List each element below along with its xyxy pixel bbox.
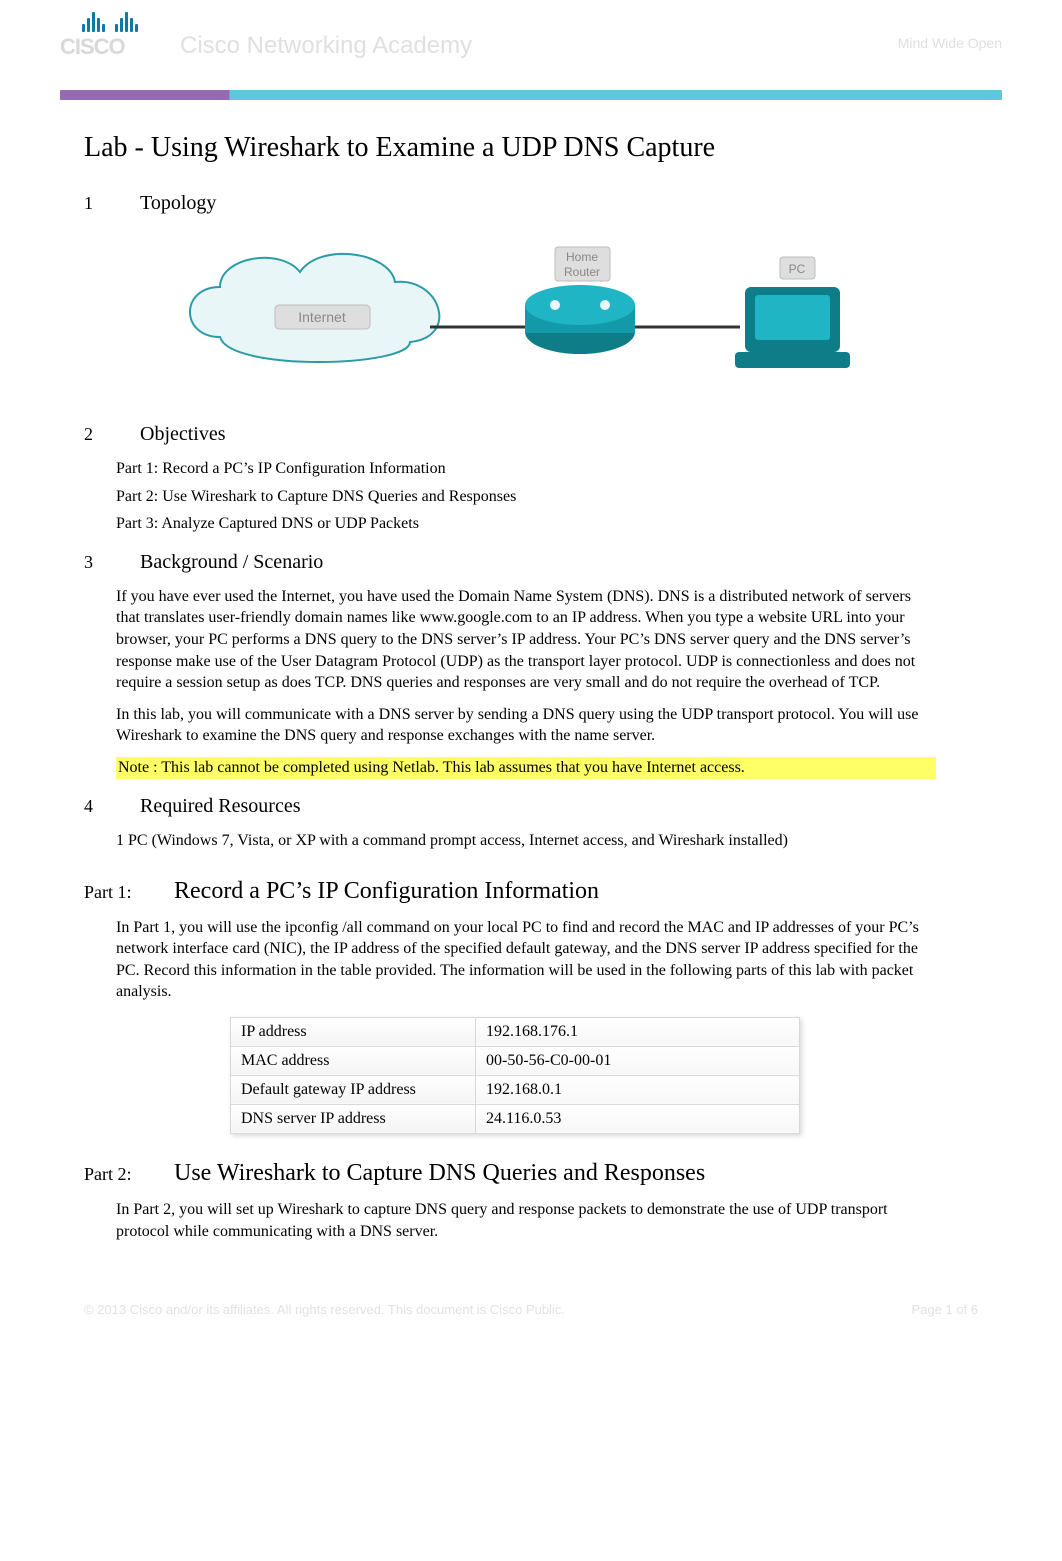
objective-item: Part 1: Record a PC’s IP Configuration I…: [116, 458, 936, 480]
router-label-2: Router: [564, 265, 600, 279]
part-title: Use Wireshark to Capture DNS Queries and…: [174, 1160, 705, 1187]
section-3-heading: 3 Background / Scenario: [84, 551, 1002, 574]
section-2-heading: 2 Objectives: [84, 423, 1002, 446]
pc-icon: PC: [735, 257, 850, 368]
section-1-heading: 1 Topology: [84, 192, 1002, 215]
header-tagline: Mind Wide Open: [898, 35, 1002, 51]
resource-item: 1 PC (Windows 7, Vista, or XP with a com…: [116, 830, 936, 852]
ip-address-value: 192.168.176.1: [476, 1017, 800, 1046]
header-divider: [60, 90, 1002, 100]
part-title: Record a PC’s IP Configuration Informati…: [174, 878, 599, 905]
part-label: Part 2:: [84, 1164, 174, 1185]
gateway-label: Default gateway IP address: [231, 1075, 476, 1104]
part1-intro: In Part 1, you will use the ipconfig /al…: [116, 917, 936, 1003]
section-title: Background / Scenario: [140, 551, 323, 574]
cisco-logo: CISCO: [60, 10, 160, 65]
objective-item: Part 2: Use Wireshark to Capture DNS Que…: [116, 486, 936, 508]
table-row: Default gateway IP address 192.168.0.1: [231, 1075, 800, 1104]
ip-config-table: IP address 192.168.176.1 MAC address 00-…: [230, 1017, 800, 1134]
objective-item: Part 3: Analyze Captured DNS or UDP Pack…: [116, 513, 936, 535]
section-number: 2: [84, 424, 140, 445]
pc-label: PC: [789, 262, 806, 276]
table-row: MAC address 00-50-56-C0-00-01: [231, 1046, 800, 1075]
topology-svg: Internet Home Router: [160, 227, 920, 407]
footer-page-number: Page 1 of 6: [912, 1302, 979, 1317]
section-number: 4: [84, 796, 140, 817]
ipconfig-command: ipconfig /all: [285, 919, 367, 936]
section-title: Objectives: [140, 423, 226, 446]
part1-intro-a: In Part 1, you will use the: [116, 919, 285, 936]
mac-address-label: MAC address: [231, 1046, 476, 1075]
background-paragraph: In this lab, you will communicate with a…: [116, 704, 936, 747]
lab-document-page: CISCO Cisco Networking Academy Mind Wide…: [0, 0, 1062, 1357]
part-label: Part 1:: [84, 882, 174, 903]
document-title: Lab - Using Wireshark to Examine a UDP D…: [84, 132, 1002, 164]
dns-value: 24.116.0.53: [476, 1104, 800, 1133]
internet-label: Internet: [298, 309, 346, 325]
part-2-heading: Part 2: Use Wireshark to Capture DNS Que…: [84, 1160, 1002, 1187]
section-title: Topology: [140, 192, 216, 215]
internet-cloud-icon: Internet: [190, 254, 439, 362]
section-4-heading: 4 Required Resources: [84, 795, 1002, 818]
footer-copyright: © 2013 Cisco and/or its affiliates. All …: [84, 1302, 565, 1317]
background-paragraph: If you have ever used the Internet, you …: [116, 586, 936, 694]
topology-diagram: Internet Home Router: [160, 227, 1002, 407]
dns-label: DNS server IP address: [231, 1104, 476, 1133]
router-icon: Home Router: [525, 247, 635, 354]
gateway-value: 192.168.0.1: [476, 1075, 800, 1104]
table-row: DNS server IP address 24.116.0.53: [231, 1104, 800, 1133]
router-label-1: Home: [566, 250, 598, 264]
table-row: IP address 192.168.176.1: [231, 1017, 800, 1046]
note-highlight: Note : This lab cannot be completed usin…: [116, 757, 936, 779]
cisco-logo-text: CISCO: [60, 34, 160, 60]
section-number: 3: [84, 552, 140, 573]
note-row: Note : This lab cannot be completed usin…: [116, 757, 936, 779]
academy-title: Cisco Networking Academy: [180, 32, 472, 60]
ip-address-label: IP address: [231, 1017, 476, 1046]
page-header: CISCO Cisco Networking Academy Mind Wide…: [60, 10, 1002, 70]
part-1-heading: Part 1: Record a PC’s IP Configuration I…: [84, 878, 1002, 905]
section-number: 1: [84, 193, 140, 214]
mac-address-value: 00-50-56-C0-00-01: [476, 1046, 800, 1075]
part2-paragraph: In Part 2, you will set up Wireshark to …: [116, 1199, 936, 1242]
section-title: Required Resources: [140, 795, 301, 818]
page-footer: © 2013 Cisco and/or its affiliates. All …: [84, 1302, 978, 1317]
cisco-bars-icon: [60, 10, 160, 32]
